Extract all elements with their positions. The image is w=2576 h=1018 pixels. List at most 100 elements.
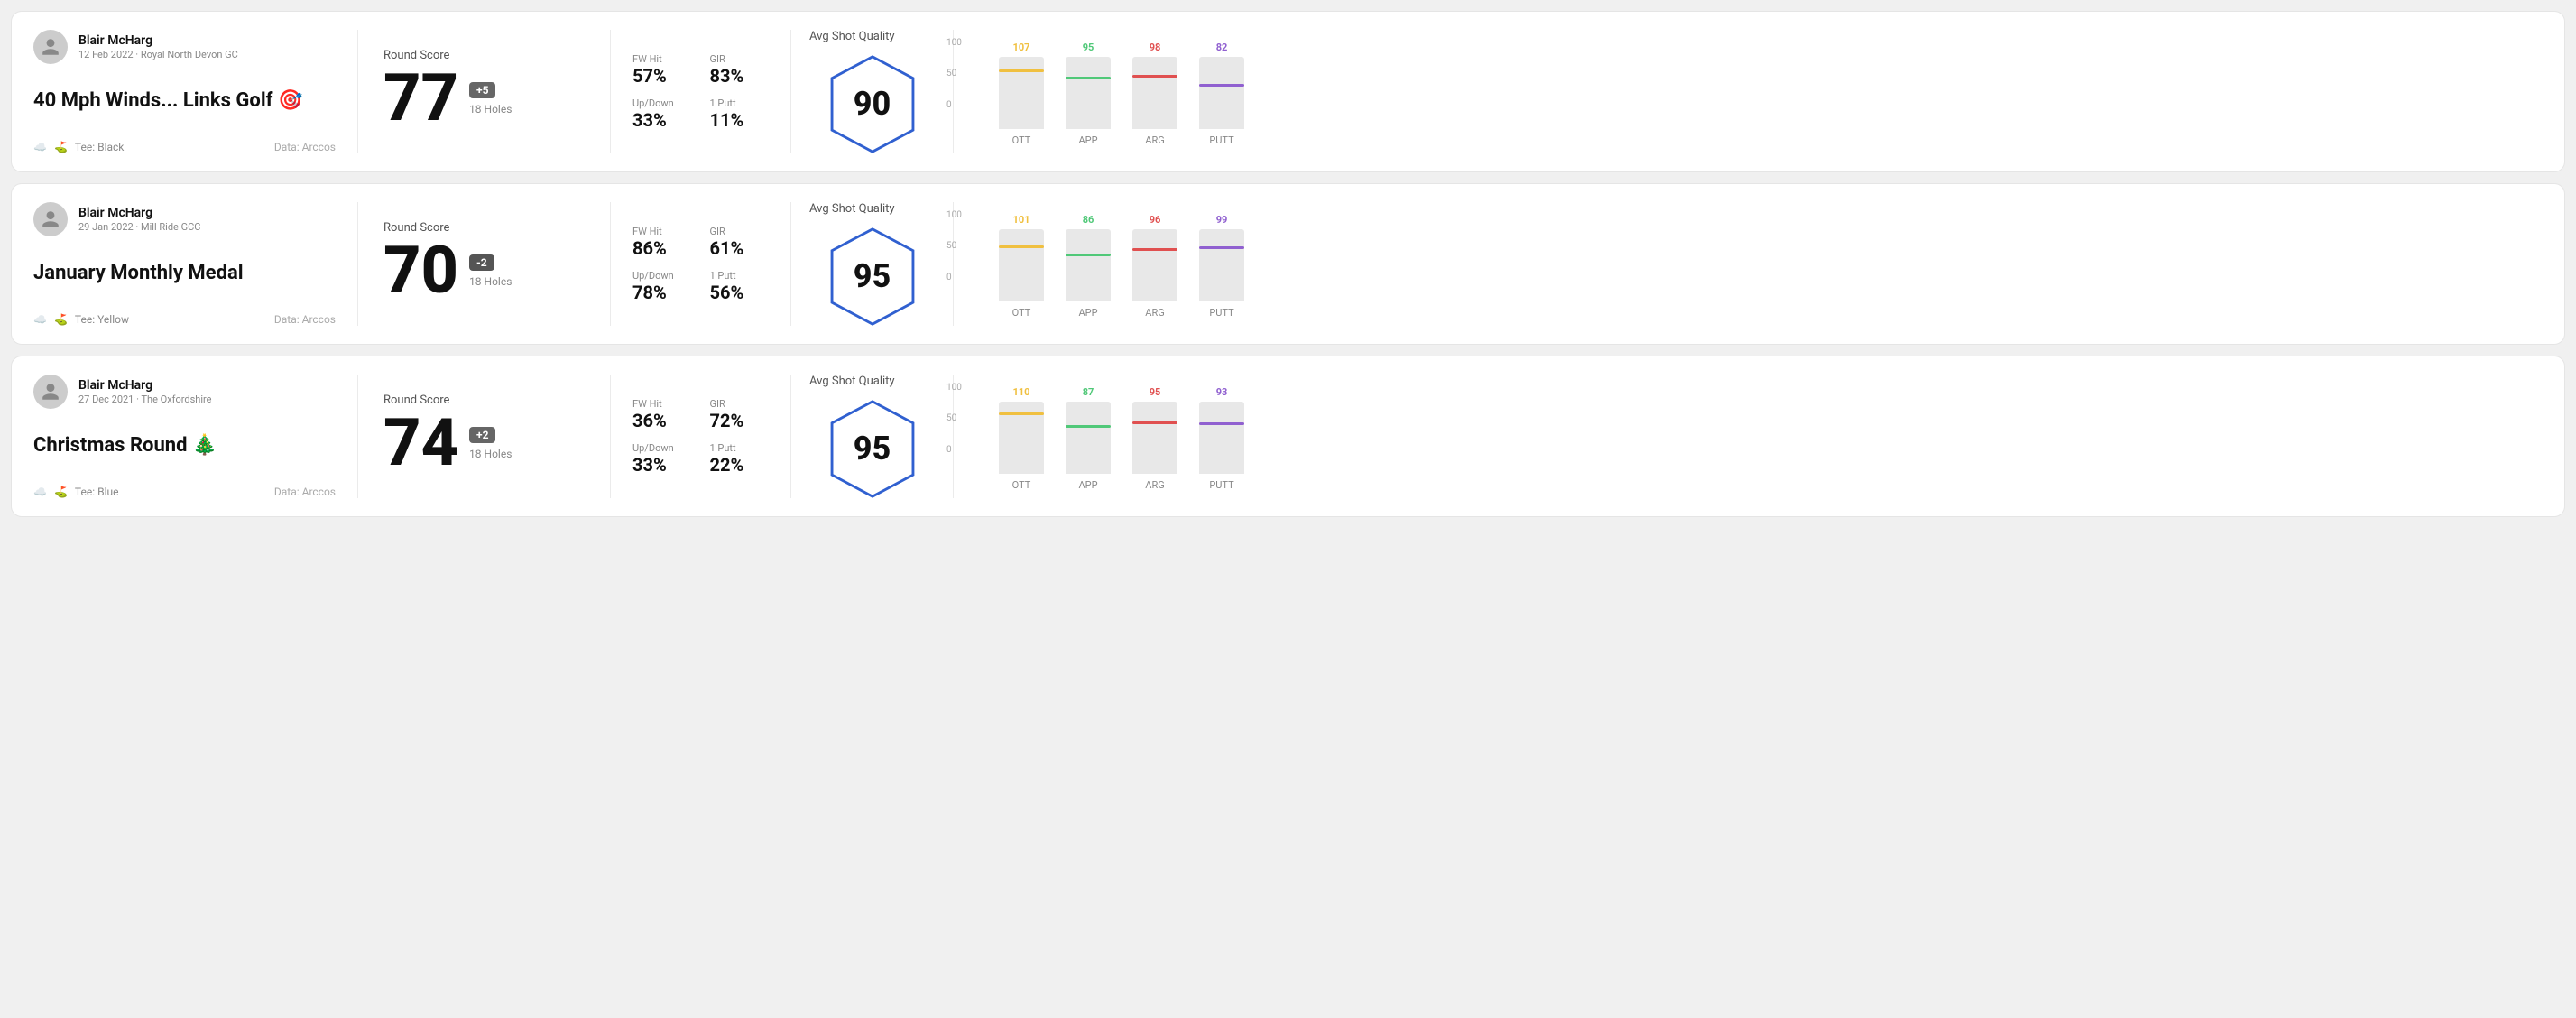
stat-gir-value: 83% [710, 65, 770, 87]
bar-label-arg: ARG [1145, 479, 1164, 491]
stats-grid: FW Hit57%GIR83%Up/Down33%1 Putt11% [632, 53, 769, 131]
bar-fill-app [1066, 254, 1111, 301]
tee-label: Tee: Yellow [75, 313, 129, 326]
score-big: 77 [383, 66, 458, 131]
weather-icon: ☁️ [33, 313, 47, 326]
axis-bottom: 0 [946, 100, 962, 110]
bar-fill-putt [1199, 84, 1244, 129]
hexagon: 95 [827, 399, 918, 498]
hexagon: 95 [827, 227, 918, 326]
stat-gir: GIR83% [710, 53, 770, 87]
score-pill: +5 [469, 82, 495, 98]
stat-gir-value: 61% [710, 237, 770, 259]
chart-axis: 100 50 0 [946, 210, 962, 282]
avatar [33, 375, 68, 409]
user-row: Blair McHarg29 Jan 2022 · Mill Ride GCC [33, 202, 336, 236]
bar-value-putt: 99 [1216, 214, 1228, 226]
score-big: 74 [383, 411, 458, 476]
bar-line-ott [999, 412, 1044, 415]
bar-line-app [1066, 425, 1111, 428]
stat-up-down-value: 33% [632, 109, 692, 131]
bar-group-ott: 110OTT [999, 386, 1044, 491]
stat-one-putt-label: 1 Putt [710, 442, 770, 454]
score-pill: +2 [469, 427, 495, 443]
bar-line-putt [1199, 246, 1244, 249]
bar-wrapper-putt [1199, 229, 1244, 301]
bar-value-putt: 93 [1216, 386, 1228, 398]
tee-row: ☁️⛳Tee: BlackData: Arccos [33, 141, 336, 153]
axis-mid: 50 [946, 413, 962, 423]
stat-up-down: Up/Down33% [632, 442, 692, 476]
date-course: 12 Feb 2022 · Royal North Devon GC [78, 49, 238, 60]
stat-gir: GIR72% [710, 398, 770, 431]
score-big: 70 [383, 238, 458, 303]
bar-chart: 107OTT95APP98ARG82PUTT [999, 38, 2528, 146]
hexagon-container: 90 [809, 47, 935, 153]
stat-one-putt-value: 11% [710, 109, 770, 131]
bar-fill-arg [1132, 75, 1177, 129]
round-card: Blair McHarg27 Dec 2021 · The Oxfordshir… [11, 356, 2565, 517]
round-title: Christmas Round 🎄 [33, 434, 336, 458]
stat-one-putt-label: 1 Putt [710, 270, 770, 282]
bar-line-putt [1199, 422, 1244, 425]
round-title: January Monthly Medal [33, 262, 336, 285]
stat-fw-hit-label: FW Hit [632, 53, 692, 65]
tee-info: ☁️⛳Tee: Yellow [33, 313, 129, 326]
bar-label-putt: PUTT [1209, 479, 1233, 491]
data-source: Data: Arccos [274, 313, 336, 326]
bar-wrapper-putt [1199, 57, 1244, 129]
bar-group-putt: 99PUTT [1199, 214, 1244, 319]
bar-value-app: 86 [1083, 214, 1094, 226]
stat-up-down-value: 78% [632, 282, 692, 303]
bar-label-ott: OTT [1012, 307, 1031, 319]
stat-one-putt: 1 Putt56% [710, 270, 770, 303]
user-info: Blair McHarg12 Feb 2022 · Royal North De… [78, 33, 238, 60]
bar-group-app: 86 APP [1066, 214, 1111, 319]
bar-label-ott: OTT [1012, 479, 1031, 491]
bar-label-ott: OTT [1012, 134, 1031, 146]
stat-gir: GIR61% [710, 226, 770, 259]
round-card: Blair McHarg29 Jan 2022 · Mill Ride GCC J… [11, 183, 2565, 345]
weather-icon: ☁️ [33, 486, 47, 498]
bar-value-app: 87 [1083, 386, 1094, 398]
bar-fill-putt [1199, 422, 1244, 474]
bar-value-putt: 82 [1216, 42, 1228, 53]
score-pill: -2 [469, 255, 494, 271]
bar-chart: 101OTT86APP96ARG99PUTT [999, 210, 2528, 319]
round-card: Blair McHarg12 Feb 2022 · Royal North De… [11, 11, 2565, 172]
bar-label-app: APP [1078, 307, 1097, 319]
stat-up-down-label: Up/Down [632, 270, 692, 282]
stat-one-putt: 1 Putt22% [710, 442, 770, 476]
chart-section: 100 50 0 110OTT87APP95ARG93PUTT [954, 375, 2543, 498]
avatar [33, 30, 68, 64]
score-badge: -2 18 Holes [469, 255, 512, 288]
quality-section: Avg Shot Quality 95 [791, 375, 954, 498]
holes-label: 18 Holes [469, 275, 512, 288]
user-name: Blair McHarg [78, 33, 238, 48]
stat-fw-hit-value: 86% [632, 237, 692, 259]
stats-grid: FW Hit36%GIR72%Up/Down33%1 Putt22% [632, 398, 769, 476]
axis-mid: 50 [946, 241, 962, 251]
bar-wrapper-ott [999, 402, 1044, 474]
axis-bottom: 0 [946, 445, 962, 455]
stat-fw-hit: FW Hit57% [632, 53, 692, 87]
user-row: Blair McHarg12 Feb 2022 · Royal North De… [33, 30, 336, 64]
stat-fw-hit-value: 57% [632, 65, 692, 87]
bar-group-ott: 107OTT [999, 42, 1044, 146]
user-name: Blair McHarg [78, 206, 200, 220]
bar-label-arg: ARG [1145, 134, 1164, 146]
holes-label: 18 Holes [469, 448, 512, 460]
bar-wrapper-arg [1132, 57, 1177, 129]
score-section: Round Score77+518 Holes [358, 30, 611, 153]
bar-chart: 110OTT87APP95ARG93PUTT [999, 383, 2528, 491]
stat-fw-hit: FW Hit86% [632, 226, 692, 259]
axis-bottom: 0 [946, 273, 962, 282]
holes-label: 18 Holes [469, 103, 512, 116]
bar-line-arg [1132, 421, 1177, 424]
score-row: 70 -2 18 Holes [383, 238, 585, 303]
avg-quality-label: Avg Shot Quality [809, 375, 895, 388]
tee-info: ☁️⛳Tee: Black [33, 141, 124, 153]
bar-value-arg: 98 [1150, 42, 1161, 53]
tee-info: ☁️⛳Tee: Blue [33, 486, 118, 498]
stat-gir-label: GIR [710, 398, 770, 410]
